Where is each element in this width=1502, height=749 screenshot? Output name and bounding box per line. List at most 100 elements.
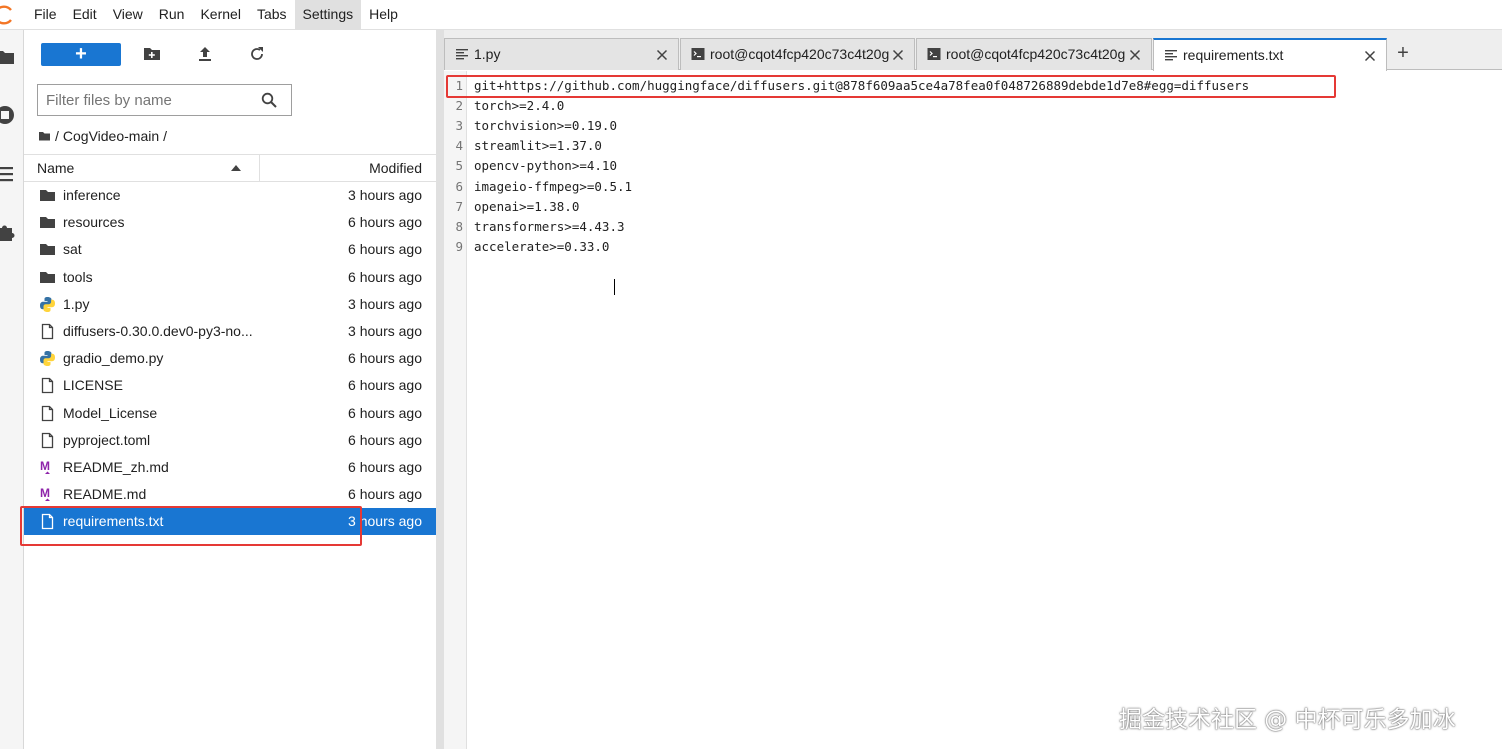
- file-row[interactable]: tools 6 hours ago: [24, 264, 436, 291]
- svg-text:M: M: [40, 459, 50, 473]
- highlight-box-first-line: [446, 75, 1336, 98]
- file-modified: 3 hours ago: [348, 322, 422, 339]
- add-tab-label: +: [1397, 42, 1409, 64]
- menu-view[interactable]: View: [105, 0, 151, 30]
- toc-icon[interactable]: [0, 163, 16, 185]
- file-row[interactable]: sat 6 hours ago: [24, 236, 436, 263]
- menu-help[interactable]: Help: [361, 0, 406, 30]
- file-row[interactable]: gradio_demo.py 6 hours ago: [24, 345, 436, 372]
- terminal-icon: [691, 47, 705, 61]
- tab-label: 1.py: [474, 46, 501, 62]
- file-name: inference: [63, 187, 121, 203]
- running-icon[interactable]: [0, 104, 16, 126]
- file-modified: 6 hours ago: [348, 268, 422, 285]
- jupyter-logo-icon: [0, 5, 12, 25]
- file-list: inference 3 hours ago resources 6 hours ago…: [24, 182, 436, 536]
- add-tab-button[interactable]: +: [1390, 40, 1416, 66]
- line-number: 3: [455, 118, 463, 134]
- watermark: 掘金技术社区 @ 中杯可乐多加冰: [1119, 707, 1456, 733]
- text-file-icon: [1164, 48, 1178, 62]
- file-name: 1.py: [63, 295, 90, 312]
- file-icon: [39, 377, 56, 394]
- markdown-icon: M: [39, 459, 56, 476]
- file-modified: 3 hours ago: [348, 295, 422, 312]
- menu-settings[interactable]: Settings: [294, 0, 362, 30]
- file-row[interactable]: pyproject.toml 6 hours ago: [24, 427, 436, 454]
- tab-requirements[interactable]: requirements.txt: [1153, 38, 1387, 71]
- file-row[interactable]: diffusers-0.30.0.dev0-py3-no... 3 hours a…: [24, 318, 436, 345]
- panel-splitter[interactable]: [436, 30, 444, 749]
- code-line[interactable]: imageio-ffmpeg>=0.5.1: [474, 177, 632, 197]
- folder-icon: [39, 241, 56, 258]
- folder-icon: [39, 187, 56, 204]
- code-line[interactable]: openai>=1.38.0: [474, 197, 579, 217]
- home-folder-icon[interactable]: [38, 130, 51, 142]
- code-line[interactable]: transformers>=4.43.3: [474, 217, 625, 237]
- tab-label: requirements.txt: [1183, 47, 1284, 63]
- filter-input[interactable]: [38, 85, 258, 115]
- file-row[interactable]: M README_zh.md 6 hours ago: [24, 454, 436, 481]
- menu-edit[interactable]: Edit: [65, 0, 105, 30]
- menu-items: File Edit View Run Kernel Tabs Settings Help: [26, 0, 406, 30]
- file-row[interactable]: resources 6 hours ago: [24, 209, 436, 236]
- name-header-label: Name: [37, 160, 75, 176]
- close-icon[interactable]: [656, 48, 668, 61]
- new-folder-icon[interactable]: [143, 45, 161, 63]
- menu-kernel[interactable]: Kernel: [192, 0, 248, 30]
- file-name: README_zh.md: [63, 458, 169, 475]
- file-row[interactable]: LICENSE 6 hours ago: [24, 372, 436, 399]
- text-editor[interactable]: 123456789 git+https://github.com/hugging…: [444, 71, 1502, 749]
- code-line[interactable]: torch>=2.4.0: [474, 96, 564, 116]
- modified-column-header[interactable]: Modified: [369, 155, 422, 182]
- tab-1py[interactable]: 1.py: [444, 38, 679, 70]
- breadcrumb-folder[interactable]: CogVideo-main: [63, 128, 159, 144]
- line-number: 7: [455, 198, 463, 214]
- refresh-icon[interactable]: [248, 45, 266, 63]
- file-icon: [39, 405, 56, 422]
- file-modified: 3 hours ago: [348, 187, 422, 203]
- code-line[interactable]: accelerate>=0.33.0: [474, 237, 609, 257]
- text-cursor: [614, 279, 615, 295]
- sort-ascending-icon: [231, 165, 241, 171]
- tab-label: root@cqot4fcp420c73c4t20g: [710, 46, 890, 62]
- new-launcher-button[interactable]: +: [41, 43, 121, 66]
- file-name: tools: [63, 268, 93, 285]
- line-number: 8: [455, 218, 463, 234]
- file-modified: 6 hours ago: [348, 241, 422, 258]
- extension-icon[interactable]: [0, 221, 16, 243]
- code-line[interactable]: torchvision>=0.19.0: [474, 116, 617, 136]
- markdown-icon: M: [39, 486, 56, 503]
- line-number-gutter: 123456789: [444, 71, 467, 749]
- file-modified: 6 hours ago: [348, 404, 422, 421]
- name-column-header[interactable]: Name: [24, 155, 260, 182]
- close-icon[interactable]: [1364, 49, 1376, 62]
- file-name: resources: [63, 214, 125, 231]
- file-name: pyproject.toml: [63, 431, 151, 448]
- file-row[interactable]: 1.py 3 hours ago: [24, 291, 436, 318]
- breadcrumb-separator: /: [55, 128, 59, 144]
- menu-tabs[interactable]: Tabs: [249, 0, 295, 30]
- file-name: diffusers-0.30.0.dev0-py3-no...: [63, 322, 253, 339]
- line-number: 5: [455, 158, 463, 174]
- tab-terminal-2[interactable]: root@cqot4fcp420c73c4t20g: [916, 38, 1152, 70]
- code-line[interactable]: streamlit>=1.37.0: [474, 136, 602, 156]
- search-icon: [261, 92, 277, 108]
- line-number: 9: [455, 238, 463, 254]
- file-row[interactable]: Model_License 6 hours ago: [24, 400, 436, 427]
- menu-run[interactable]: Run: [151, 0, 193, 30]
- tab-terminal-1[interactable]: root@cqot4fcp420c73c4t20g: [680, 38, 915, 70]
- tab-label: root@cqot4fcp420c73c4t20g: [946, 46, 1126, 62]
- folder-icon[interactable]: [0, 46, 16, 68]
- menu-file[interactable]: File: [26, 0, 65, 30]
- code-line[interactable]: opencv-python>=4.10: [474, 156, 617, 176]
- highlight-box-requirements-file: [20, 506, 362, 546]
- python-icon: [39, 350, 56, 367]
- close-icon[interactable]: [1129, 48, 1141, 61]
- file-modified: 6 hours ago: [348, 458, 422, 475]
- file-modified: 6 hours ago: [348, 486, 422, 503]
- file-row[interactable]: inference 3 hours ago: [24, 182, 436, 209]
- close-icon[interactable]: [892, 48, 904, 61]
- upload-icon[interactable]: [196, 45, 214, 63]
- file-row[interactable]: M README.md 6 hours ago: [24, 481, 436, 508]
- line-number: 6: [455, 178, 463, 194]
